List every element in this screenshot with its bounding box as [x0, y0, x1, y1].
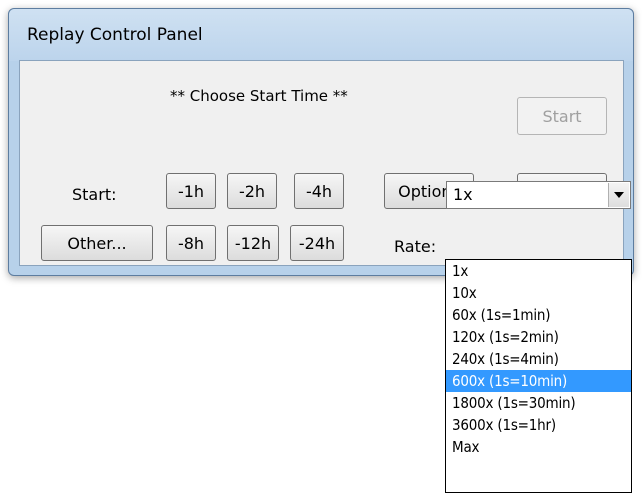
minus-2h-button[interactable]: -2h: [227, 173, 277, 209]
panel-client-area: ** Choose Start Time ** Start Start: -1h…: [19, 60, 624, 266]
rate-select[interactable]: 1x: [446, 181, 631, 209]
rate-option[interactable]: 1800x (1s=30min): [446, 392, 631, 414]
rate-option[interactable]: 10x: [446, 282, 631, 304]
rate-option[interactable]: 60x (1s=1min): [446, 304, 631, 326]
minus-8h-button[interactable]: -8h: [166, 225, 216, 261]
other-button[interactable]: Other...: [41, 225, 153, 261]
chevron-down-icon: [614, 192, 624, 198]
rate-options-list: 1x 10x 60x (1s=1min) 120x (1s=2min) 240x…: [445, 259, 632, 493]
rate-option[interactable]: 3600x (1s=1hr): [446, 414, 631, 436]
rate-label: Rate:: [394, 237, 437, 256]
rate-select-dropdown-button[interactable]: [608, 183, 629, 207]
choose-start-time-heading: ** Choose Start Time **: [170, 87, 348, 105]
rate-select-value: 1x: [453, 185, 473, 204]
rate-option-highlighted[interactable]: 600x (1s=10min): [446, 370, 631, 392]
replay-control-panel-window: Replay Control Panel ** Choose Start Tim…: [8, 8, 634, 276]
rate-option[interactable]: 120x (1s=2min): [446, 326, 631, 348]
rate-option[interactable]: Max: [446, 436, 631, 458]
minus-1h-button[interactable]: -1h: [166, 173, 216, 209]
window-title: Replay Control Panel: [27, 25, 203, 45]
start-label: Start:: [72, 185, 117, 204]
minus-12h-button[interactable]: -12h: [227, 225, 279, 261]
minus-24h-button[interactable]: -24h: [290, 225, 344, 261]
start-button[interactable]: Start: [517, 97, 607, 135]
rate-option[interactable]: 240x (1s=4min): [446, 348, 631, 370]
rate-option[interactable]: 1x: [446, 260, 631, 282]
minus-4h-button[interactable]: -4h: [294, 173, 344, 209]
